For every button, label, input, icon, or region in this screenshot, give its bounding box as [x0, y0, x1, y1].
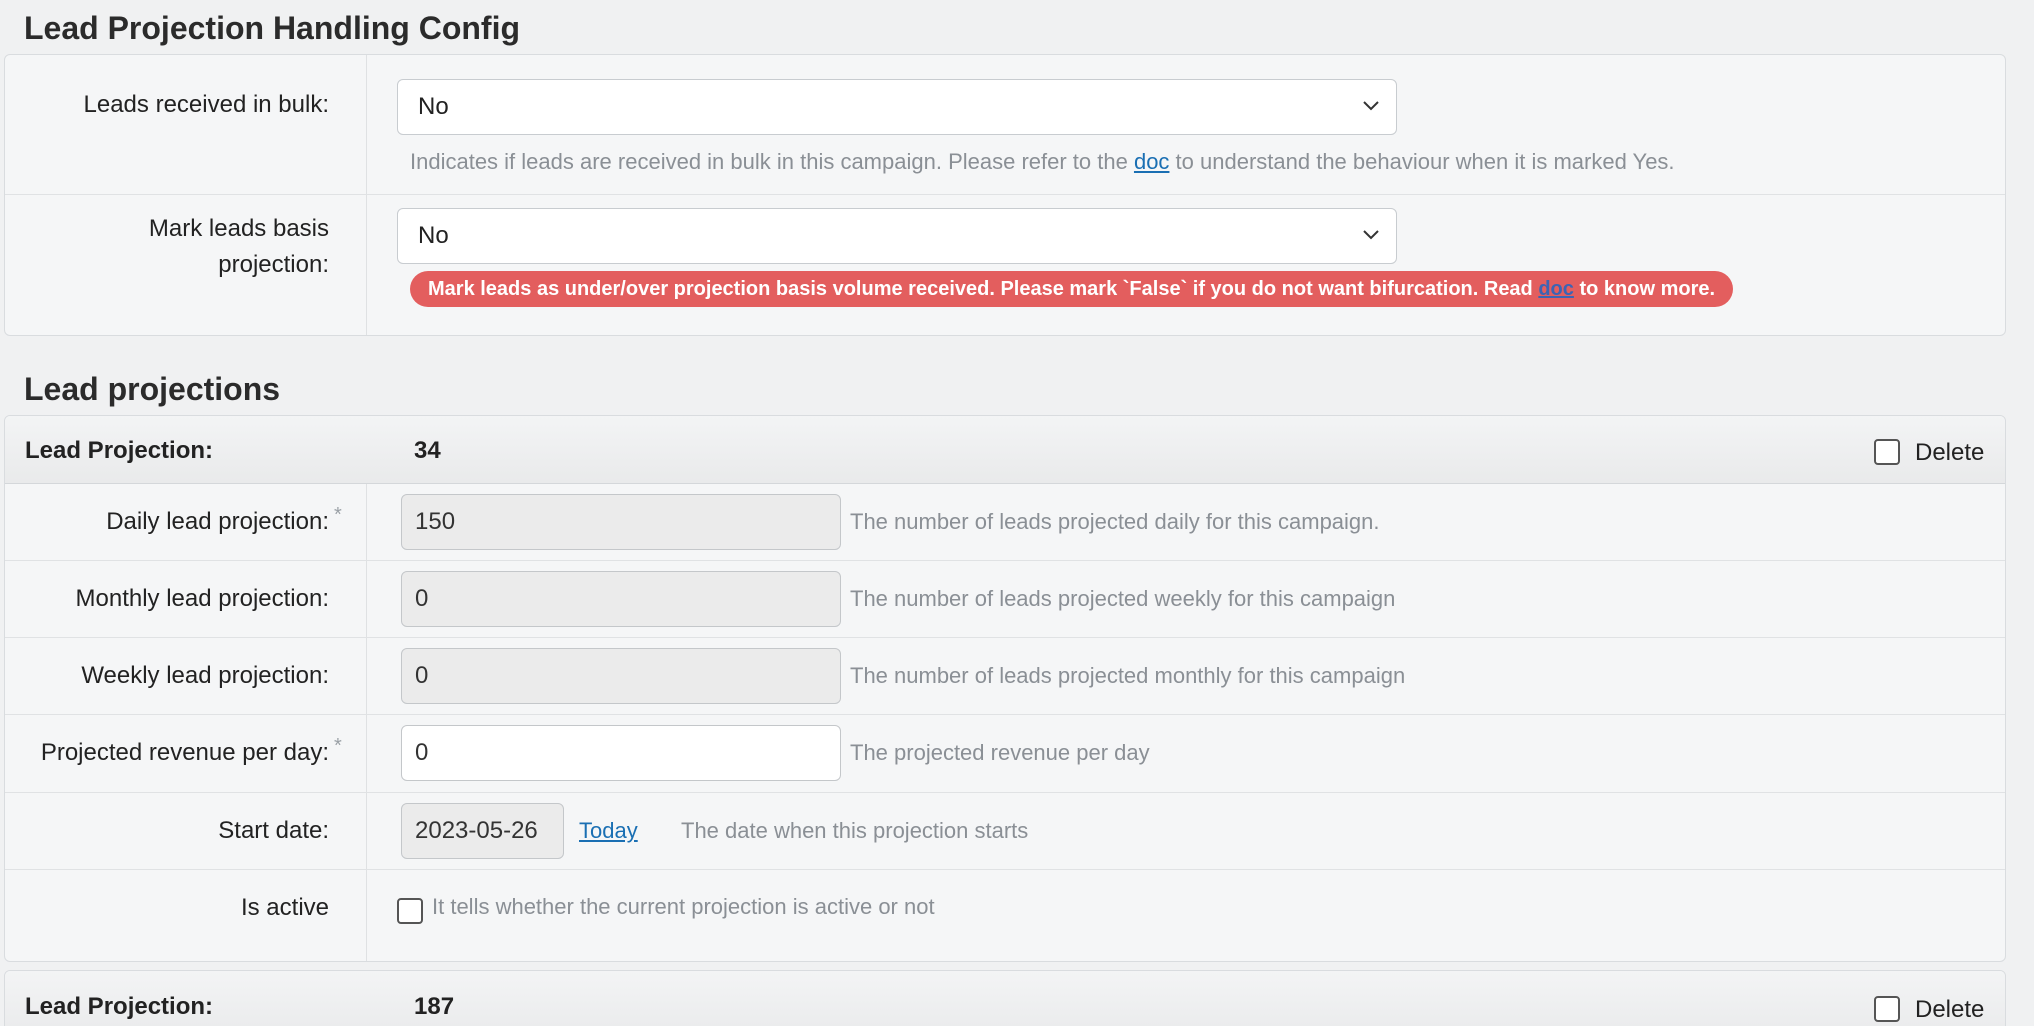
monthly-input[interactable]: 0 [401, 571, 841, 627]
required-mark: * [334, 735, 342, 757]
projection-panel-2: Lead Projection: 187 Delete [4, 970, 2006, 1026]
config-panel: Leads received in bulk: No Indicates if … [4, 54, 2006, 336]
is-active-row: Is active It tells whether the current p… [5, 870, 2005, 961]
bulk-help-text-end: to understand the behaviour when it is m… [1169, 149, 1675, 174]
projection-id: 34 [414, 437, 441, 464]
today-link[interactable]: Today [579, 816, 638, 846]
projection-header: Lead Projection: 34 Delete [5, 416, 2005, 484]
delete-checkbox-2[interactable] [1874, 996, 1900, 1022]
badge-text: Mark leads as under/over projection basi… [428, 278, 1539, 300]
page: Lead Projection Handling Config Leads re… [0, 0, 2034, 1026]
projection-id-2: 187 [414, 993, 455, 1020]
is-active-help: It tells whether the current projection … [432, 894, 935, 919]
monthly-help: The number of leads projected weekly for… [850, 586, 1396, 611]
is-active-checkbox[interactable] [397, 898, 423, 924]
is-active-label: Is active [240, 894, 329, 921]
config-section-title: Lead Projection Handling Config [24, 10, 520, 46]
badge-doc-link[interactable]: doc [1538, 278, 1574, 300]
start-date-input[interactable]: 2023-05-26 [401, 803, 564, 859]
monthly-label: Monthly lead projection: [75, 585, 329, 612]
start-date-help: The date when this projection starts [681, 818, 1029, 843]
daily-label: Daily lead projection: [106, 508, 329, 535]
revenue-input[interactable]: 0 [401, 725, 841, 781]
basis-warning-badge: Mark leads as under/over projection basi… [410, 271, 1734, 307]
delete-label-2: Delete [1915, 996, 1985, 1023]
revenue-help: The projected revenue per day [850, 740, 1150, 765]
weekly-row: Weekly lead projection: 0 The number of … [5, 638, 2005, 715]
weekly-help: The number of leads projected monthly fo… [850, 663, 1406, 688]
bulk-select[interactable]: No [397, 79, 1397, 135]
bulk-row: Leads received in bulk: No Indicates if … [5, 55, 2005, 195]
required-mark: * [334, 504, 342, 526]
start-date-row: Start date: 2023-05-26 Today The date wh… [5, 793, 2005, 870]
projection-header-label: Lead Projection: [25, 437, 214, 464]
bulk-select-value: No [418, 93, 449, 120]
chevron-down-icon [1363, 230, 1379, 240]
weekly-input[interactable]: 0 [401, 648, 841, 704]
projection-header-2: Lead Projection: 187 Delete [5, 971, 2005, 1026]
basis-select[interactable]: No [397, 208, 1397, 264]
bulk-help-text: Indicates if leads are received in bulk … [410, 149, 1134, 174]
bulk-doc-link[interactable]: doc [1134, 149, 1169, 174]
basis-label-line1: Mark leads basis [148, 215, 329, 242]
revenue-row: Projected revenue per day: * 0 The proje… [5, 715, 2005, 793]
basis-label-line2: projection: [218, 251, 329, 278]
chevron-down-icon [1363, 101, 1379, 111]
projection-header-label-2: Lead Projection: [25, 993, 214, 1020]
projections-section-title: Lead projections [24, 371, 281, 407]
badge-text-end: to know more. [1573, 278, 1716, 300]
daily-help: The number of leads projected daily for … [850, 509, 1380, 534]
start-date-label: Start date: [218, 817, 329, 844]
daily-input[interactable]: 150 [401, 494, 841, 550]
projection-panel: Lead Projection: 34 Delete Daily lead pr… [4, 415, 2006, 962]
delete-label: Delete [1915, 439, 1985, 466]
bulk-label: Leads received in bulk: [83, 91, 329, 118]
daily-row: Daily lead projection: * 150 The number … [5, 484, 2005, 561]
delete-checkbox[interactable] [1874, 439, 1900, 465]
monthly-row: Monthly lead projection: 0 The number of… [5, 561, 2005, 638]
basis-row: Mark leads basis projection: No Mark lea… [5, 195, 2005, 335]
bulk-help: Indicates if leads are received in bulk … [410, 147, 1675, 177]
weekly-label: Weekly lead projection: [81, 662, 329, 689]
basis-select-value: No [418, 222, 449, 249]
revenue-label: Projected revenue per day: [40, 739, 329, 766]
